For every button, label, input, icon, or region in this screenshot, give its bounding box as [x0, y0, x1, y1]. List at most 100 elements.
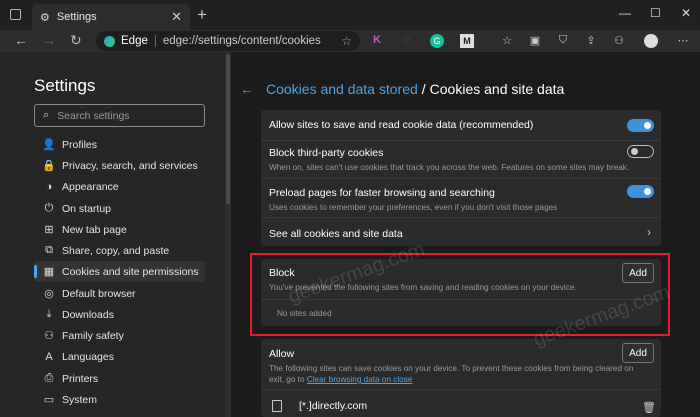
sidebar-item-label: New tab page [62, 223, 127, 236]
address-brand: Edge [121, 35, 148, 47]
cookies-icon: ▦ [43, 266, 55, 278]
sidebar-item-new-tab[interactable]: ⊞ New tab page [34, 219, 205, 240]
back-icon[interactable]: ← [14, 32, 28, 48]
divider [261, 140, 661, 141]
page-title: Cookies and site data [429, 81, 565, 97]
close-window-button[interactable]: ✕ [681, 6, 691, 20]
close-tab-icon[interactable]: ✕ [171, 9, 182, 25]
file-icon [272, 400, 282, 412]
window-menu-icon[interactable] [10, 9, 21, 20]
allow-header: Allow The following sites can save cooki… [269, 348, 653, 384]
sidebar-item-label: On startup [62, 202, 112, 215]
edge-logo-icon [104, 35, 115, 47]
browser-toolbar: ← → ↻ Edge | edge://settings/content/coo… [0, 30, 700, 52]
sidebar-item-startup[interactable]: ⏻ On startup [34, 198, 205, 219]
see-all-row[interactable]: See all cookies and site data [269, 228, 653, 240]
third-party-label: Block third-party cookies [269, 147, 384, 159]
divider [261, 389, 661, 390]
third-party-toggle[interactable] [627, 145, 654, 158]
sidebar-item-label: Printers [62, 372, 99, 385]
third-party-row: Block third-party cookies When on, sites… [269, 147, 653, 172]
appearance-icon: ◑ [45, 180, 53, 193]
sidebar-item-family[interactable]: ⚇ Family safety [34, 325, 205, 346]
sidebar-item-label: Family safety [62, 329, 124, 342]
tab-settings[interactable]: ⚙ Settings ✕ [32, 4, 190, 30]
sidebar-item-label: System [62, 393, 98, 406]
back-arrow-icon[interactable]: ← [240, 81, 254, 97]
allow-desc-text: exit, go to [269, 375, 305, 384]
allow-cookies-toggle[interactable] [627, 119, 654, 132]
download-icon: ⤓ [46, 308, 52, 320]
preload-desc: Uses cookies to remember your preference… [269, 203, 558, 212]
browser-icon: ◎ [44, 288, 54, 300]
more-menu-icon[interactable]: ⋯ [676, 34, 690, 48]
trash-icon[interactable]: 🗑 [642, 401, 656, 414]
printer-icon: ⎙ [44, 372, 54, 384]
address-bar[interactable]: Edge | edge://settings/content/cookies ☆ [96, 31, 360, 51]
address-url: edge://settings/content/cookies [162, 35, 321, 47]
clear-data-link[interactable]: Clear browsing data on close [307, 375, 413, 384]
breadcrumb-link[interactable]: Cookies and data stored [266, 81, 418, 97]
refresh-icon[interactable]: ↻ [70, 32, 82, 49]
extension-icon[interactable]: ◌ [400, 34, 414, 48]
collections-icon[interactable]: ▣ [528, 34, 542, 48]
language-icon: A [45, 350, 53, 363]
sidebar-item-privacy[interactable]: 🔒 Privacy, search, and services [34, 155, 205, 176]
scrollbar-thumb[interactable] [226, 54, 230, 204]
lock-icon: 🔒 [42, 160, 56, 172]
gear-icon: ⚙ [40, 11, 50, 24]
power-icon: ⏻ [44, 202, 54, 214]
divider [261, 217, 661, 218]
allow-card: Allow The following sites can save cooki… [261, 339, 661, 417]
preload-toggle[interactable] [627, 185, 654, 198]
sidebar-item-label: Share, copy, and paste [62, 244, 170, 257]
extension-m-icon[interactable]: M [460, 34, 474, 48]
breadcrumb-separator: / [421, 81, 426, 97]
sidebar-item-label: Privacy, search, and services [62, 159, 198, 172]
sidebar-item-label: Default browser [62, 287, 136, 300]
allow-desc-line1: The following sites can save cookies on … [269, 364, 634, 373]
sidebar-item-profiles[interactable]: 👤 Profiles [34, 134, 205, 155]
search-placeholder: Search settings [57, 109, 130, 122]
maximize-button[interactable]: ☐ [650, 6, 661, 20]
system-icon: ▭ [43, 394, 55, 406]
sidebar-item-share[interactable]: ⧉ Share, copy, and paste [34, 240, 205, 261]
title-bar: ⚙ Settings ✕ + — ☐ ✕ [0, 0, 700, 30]
minimize-button[interactable]: — [619, 6, 631, 20]
search-input[interactable]: ⌕ Search settings [34, 104, 205, 127]
family-icon: ⚇ [44, 330, 54, 342]
forward-icon[interactable]: → [42, 32, 56, 48]
sidebar-item-default-browser[interactable]: ◎ Default browser [34, 283, 205, 304]
extension-k-icon[interactable]: K [370, 34, 384, 48]
allow-cookies-row: Allow sites to save and read cookie data… [269, 119, 653, 131]
sidebar-item-printers[interactable]: ⎙ Printers [34, 368, 205, 389]
sidebar-item-appearance[interactable]: ◑ Appearance [34, 176, 205, 197]
grammarly-icon[interactable]: G [430, 34, 444, 48]
allow-title: Allow [269, 348, 295, 360]
cookie-settings-card: Allow sites to save and read cookie data… [261, 110, 661, 246]
favorites-icon[interactable]: ☆ [500, 34, 514, 48]
sidebar-item-cookies[interactable]: ▦ Cookies and site permissions [34, 261, 205, 282]
breadcrumb: ← Cookies and data stored / Cookies and … [240, 81, 564, 97]
favorite-star-icon[interactable]: ☆ [341, 34, 352, 48]
profile-icon: 👤 [42, 139, 56, 151]
chevron-right-icon[interactable]: › [647, 225, 651, 239]
allow-add-button[interactable]: Add [622, 343, 654, 363]
avatar[interactable] [644, 34, 658, 48]
share-icon[interactable]: ⇪ [584, 34, 598, 48]
divider [261, 178, 661, 179]
new-tab-button[interactable]: + [197, 5, 207, 25]
sidebar-item-languages[interactable]: A Languages [34, 346, 205, 367]
new-tab-icon: ⊞ [44, 224, 54, 236]
third-party-desc: When on, sites can't use cookies that tr… [269, 163, 630, 172]
search-icon: ⌕ [43, 109, 50, 121]
sidebar-item-label: Languages [62, 350, 114, 363]
preload-label: Preload pages for faster browsing and se… [269, 187, 495, 199]
sidebar-item-downloads[interactable]: ⤓ Downloads [34, 304, 205, 325]
extensions-icon[interactable]: ⚇ [612, 34, 626, 48]
preload-row: Preload pages for faster browsing and se… [269, 187, 653, 212]
shield-icon[interactable]: ⛉ [556, 34, 570, 48]
allowed-site: [*.]directly.com [299, 400, 368, 412]
sidebar-item-label: Profiles [62, 138, 98, 151]
sidebar-item-system[interactable]: ▭ System [34, 389, 205, 410]
